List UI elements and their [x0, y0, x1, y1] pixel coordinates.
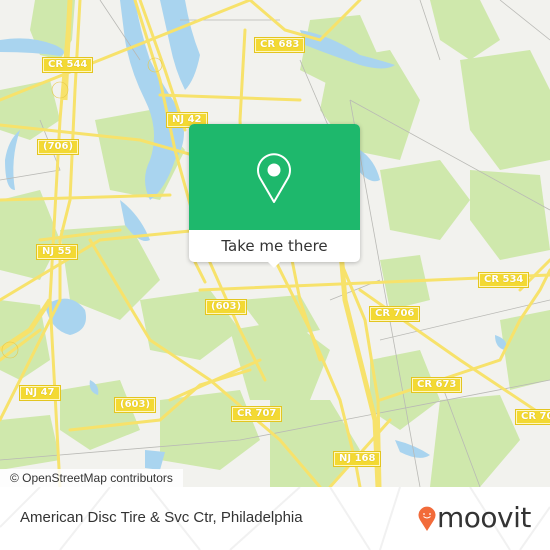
road-shield-label: CR 673: [417, 379, 457, 390]
road-shield-label: CR 534: [484, 274, 524, 285]
road-shield-label: (706): [43, 141, 74, 152]
road-shield-label: NJ 47: [25, 387, 55, 398]
road-shield-cr-707-west: CR 707: [230, 406, 283, 422]
road-shield-label: CR 544: [48, 59, 88, 70]
map-view[interactable]: CR 544 CR 683 NJ 42 (706) NJ 55 (603) CR…: [0, 0, 550, 487]
road-shield-cr-544: CR 544: [41, 57, 94, 73]
road-shield-706-west: (706): [36, 139, 80, 155]
road-shield-nj-168: NJ 168: [332, 451, 382, 467]
road-shield-nj-55: NJ 55: [36, 244, 78, 260]
popup-pointer: [267, 261, 281, 268]
road-shield-nj-47: NJ 47: [19, 385, 61, 401]
take-me-there-button[interactable]: Take me there: [189, 230, 360, 262]
road-shield-cr-683: CR 683: [253, 37, 306, 53]
moovit-wordmark: moovit: [437, 501, 531, 534]
road-shield-label: (603): [120, 399, 151, 410]
road-shield-cr-534: CR 534: [477, 272, 530, 288]
road-shield-label: CR 707: [237, 408, 277, 419]
road-shield-cr-707-east: CR 70: [514, 409, 550, 425]
road-shield-label: CR 70: [521, 411, 550, 422]
road-shield-cr-706: CR 706: [368, 306, 421, 322]
road-shield-label: (603): [211, 301, 242, 312]
road-shield-603-south: (603): [113, 397, 157, 413]
popup-header[interactable]: [189, 124, 360, 230]
place-name: American Disc Tire & Svc Ctr, Philadelph…: [20, 509, 303, 526]
location-pin-icon: [257, 153, 291, 203]
destination-popup: Take me there: [189, 124, 360, 268]
road-shield-label: CR 706: [375, 308, 415, 319]
road-shield-label: NJ 168: [339, 453, 376, 464]
road-shield-label: NJ 55: [42, 246, 72, 257]
map-attribution[interactable]: © OpenStreetMap contributors: [0, 469, 183, 487]
road-shield-603-north: (603): [204, 299, 248, 315]
road-shield-cr-673: CR 673: [410, 377, 463, 393]
road-shield-label: CR 683: [260, 39, 300, 50]
moovit-pin-icon: [418, 506, 436, 531]
footer-bar: American Disc Tire & Svc Ctr, Philadelph…: [0, 487, 550, 550]
